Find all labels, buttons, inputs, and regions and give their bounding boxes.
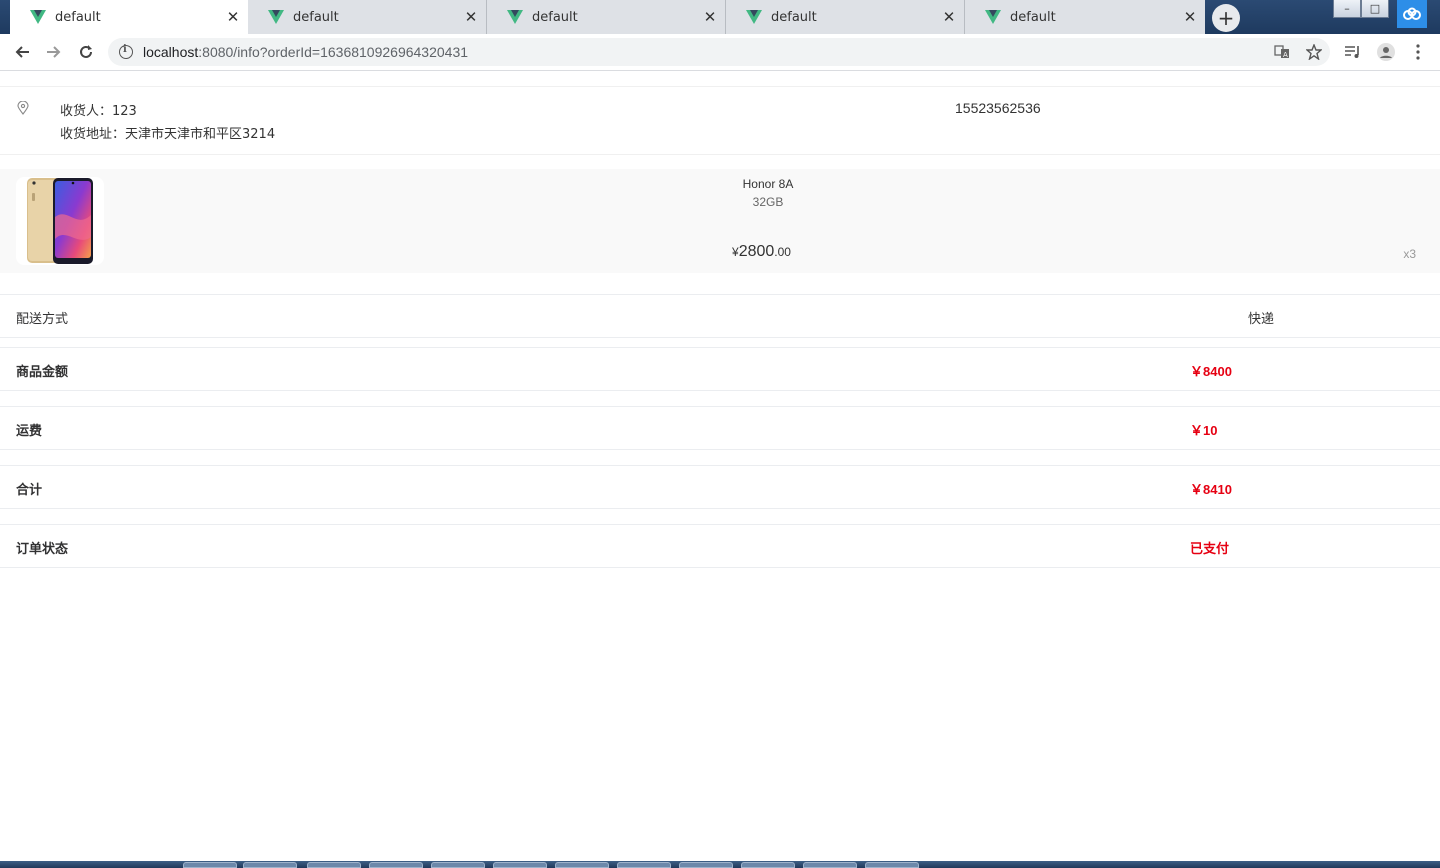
taskbar-item[interactable] [741,862,795,868]
close-icon[interactable]: ✕ [460,8,482,26]
vue-logo-icon [30,10,46,24]
tab-5[interactable]: default ✕ [965,0,1205,34]
address-card[interactable]: 收货人：123 收货地址：天津市天津市和平区3214 15523562536 [0,86,1440,155]
taskbar-item[interactable] [307,862,361,868]
close-icon[interactable]: ✕ [938,8,960,26]
reload-button[interactable] [74,41,98,63]
tab-3[interactable]: default ✕ [487,0,726,34]
close-icon[interactable]: ✕ [222,8,244,26]
delivery-row[interactable]: 配送方式 快递 [0,294,1440,338]
reload-icon [80,45,92,58]
maximize-button[interactable]: □ [1361,0,1389,18]
goods-amount-value: ￥8400 [1190,364,1232,379]
delivery-label: 配送方式 [16,312,69,327]
order-status-label: 订单状态 [16,542,69,557]
taskbar-item[interactable] [555,862,609,868]
tab-title: default [532,9,578,25]
order-info-page: 收货人：123 收货地址：天津市天津市和平区3214 15523562536 H… [0,71,1440,861]
tab-1[interactable]: default ✕ [10,0,248,34]
price-decimal: .00 [774,245,791,259]
forward-button[interactable] [42,41,66,63]
consignee-phone: 15523562536 [955,100,1041,116]
tab-4[interactable]: default ✕ [726,0,965,34]
product-spec: 32GB [752,195,784,209]
vue-logo-icon [268,10,284,24]
tab-2[interactable]: default ✕ [248,0,487,34]
taskbar-item[interactable] [493,862,547,868]
product-title: Honor 8A [742,177,794,191]
taskbar-item[interactable] [865,862,919,868]
address-bar[interactable]: localhost:8080/info?orderId=163681092696… [108,38,1330,66]
media-control-icon[interactable] [1343,42,1363,62]
vue-logo-icon [507,10,523,24]
translate-icon[interactable]: A [1272,42,1292,62]
freight-label: 运费 [16,424,43,439]
taskbar-item[interactable] [803,862,857,868]
taskbar-item[interactable] [183,862,237,868]
info-icon[interactable] [119,44,133,59]
arrow-right-icon [47,46,61,58]
browser-toolbar: localhost:8080/info?orderId=163681092696… [0,34,1440,71]
vue-logo-icon [985,10,1001,24]
back-button[interactable] [10,41,34,63]
goods-card[interactable]: Honor 8A 32GB ¥2800.00 x3 [0,169,1440,273]
close-icon[interactable]: ✕ [699,8,721,26]
location-pin-icon [17,101,29,115]
tab-title: default [293,9,339,25]
kebab-menu-icon[interactable] [1408,42,1428,62]
product-quantity: x3 [1403,247,1416,261]
vue-logo-icon [746,10,762,24]
url-text: localhost:8080/info?orderId=163681092696… [143,44,468,60]
window-controls: – □ [1333,0,1389,19]
order-status-value: 已支付 [1190,541,1230,556]
tab-title: default [771,9,817,25]
freight-value: ￥10 [1190,423,1218,438]
svg-text:A: A [1283,51,1288,59]
url-path: :8080/info?orderId=1636810926964320431 [198,44,469,60]
url-host: localhost [143,44,199,60]
browser-tab-strip: default ✕ default ✕ default ✕ default ✕ … [0,0,1440,34]
price-currency: ¥ [732,245,739,259]
total-value: ￥8410 [1190,482,1232,497]
new-tab-button[interactable]: + [1212,4,1240,32]
arrow-left-icon [15,46,29,58]
total-row: 合计 ￥8410 [0,465,1440,509]
order-status-row: 订单状态 已支付 [0,524,1440,568]
total-label: 合计 [16,483,43,498]
close-icon[interactable]: ✕ [1179,8,1201,26]
shipping-address: 收货地址：天津市天津市和平区3214 [60,127,276,142]
star-icon[interactable] [1304,42,1324,62]
goods-amount-label: 商品金额 [16,365,69,380]
taskbar-item[interactable] [617,862,671,868]
goods-amount-row: 商品金额 ￥8400 [0,347,1440,391]
product-price: ¥2800.00 [732,243,791,261]
consignee-name: 收货人：123 [60,104,137,119]
avatar-icon[interactable] [1376,42,1396,62]
tab-title: default [55,9,101,25]
taskbar-item[interactable] [243,862,297,868]
taskbar-item[interactable] [369,862,423,868]
cloud-icon[interactable] [1397,0,1427,28]
tab-title: default [1010,9,1056,25]
freight-row: 运费 ￥10 [0,406,1440,450]
taskbar-item[interactable] [679,862,733,868]
product-image [16,177,104,265]
taskbar-item[interactable] [431,862,485,868]
delivery-value: 快递 [1248,312,1275,327]
minimize-button[interactable]: – [1333,0,1361,18]
plus-icon: + [1217,6,1235,30]
price-integer: 2800 [738,243,775,260]
